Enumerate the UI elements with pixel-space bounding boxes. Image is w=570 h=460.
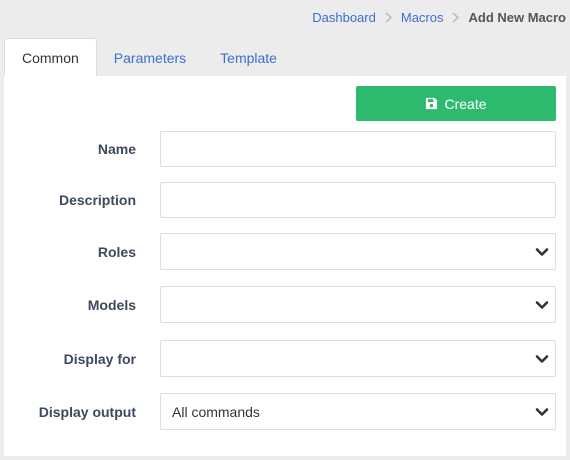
models-label: Models xyxy=(87,296,136,313)
create-button-label: Create xyxy=(444,95,487,112)
chevron-down-icon xyxy=(534,404,550,420)
name-input[interactable] xyxy=(160,131,556,167)
chevron-right-icon xyxy=(385,12,392,23)
form-panel: Create Name Description Roles Models Dis… xyxy=(4,76,566,456)
display-output-select-value: All commands xyxy=(172,403,260,420)
chevron-down-icon xyxy=(534,244,550,260)
chevron-right-icon xyxy=(452,12,460,23)
display-for-row: Display for xyxy=(4,340,566,377)
chevron-down-icon xyxy=(534,297,550,313)
create-button[interactable]: Create xyxy=(356,86,556,121)
name-row: Name xyxy=(4,131,566,167)
breadcrumb-dashboard[interactable]: Dashboard xyxy=(312,10,376,25)
tab-common[interactable]: Common xyxy=(4,38,97,77)
tab-bar: Common Parameters Template xyxy=(4,38,294,77)
models-select[interactable] xyxy=(160,286,556,323)
breadcrumb: Dashboard Macros Add New Macro xyxy=(0,0,570,34)
save-icon xyxy=(425,97,438,110)
roles-select[interactable] xyxy=(160,233,556,270)
display-output-select[interactable]: All commands xyxy=(160,393,556,430)
display-for-label: Display for xyxy=(63,350,136,367)
chevron-down-icon xyxy=(534,351,550,367)
description-row: Description xyxy=(4,182,566,218)
tab-parameters[interactable]: Parameters xyxy=(97,38,203,77)
roles-label: Roles xyxy=(97,243,136,260)
tab-template[interactable]: Template xyxy=(203,38,294,77)
display-for-select[interactable] xyxy=(160,340,556,377)
display-output-label: Display output xyxy=(38,403,136,420)
models-row: Models xyxy=(4,286,566,323)
breadcrumb-macros[interactable]: Macros xyxy=(401,10,444,25)
display-output-row: Display output All commands xyxy=(4,393,566,430)
breadcrumb-current: Add New Macro xyxy=(468,9,566,25)
description-input[interactable] xyxy=(160,182,556,218)
description-label: Description xyxy=(58,192,136,208)
roles-row: Roles xyxy=(4,233,566,270)
name-label: Name xyxy=(97,141,136,157)
